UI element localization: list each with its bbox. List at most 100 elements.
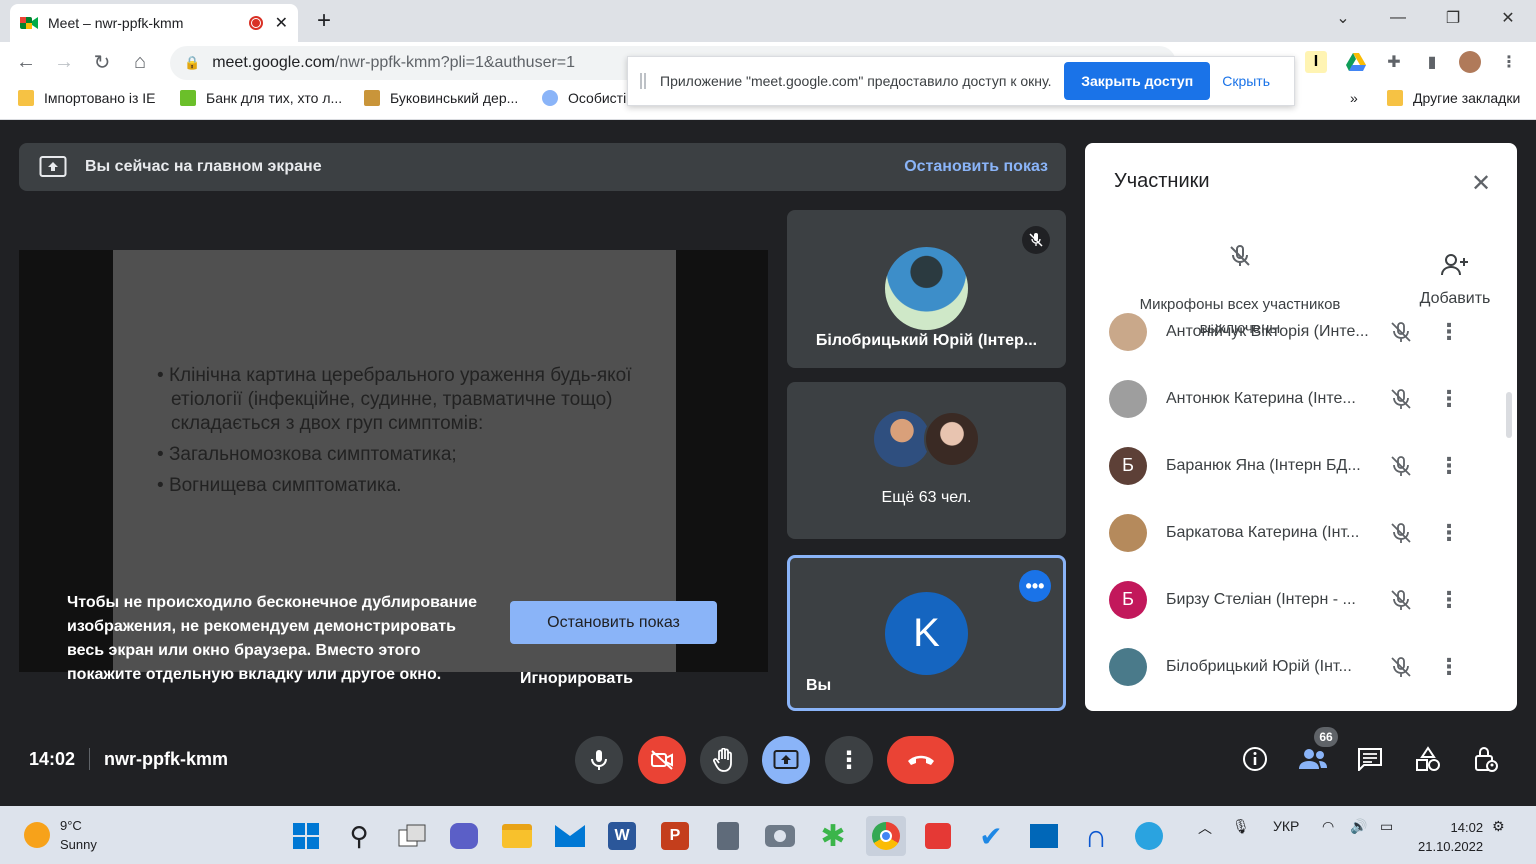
reload-icon[interactable]: ↻ <box>86 46 118 78</box>
more-vert-icon: ⋮ <box>837 746 861 774</box>
panel-scrollbar[interactable] <box>1506 392 1512 438</box>
chrome-icon[interactable] <box>866 816 906 856</box>
participant-avatar <box>1109 379 1147 418</box>
participant-options-icon[interactable]: ⋮ <box>1438 453 1460 479</box>
crest-icon <box>364 90 380 106</box>
wifi-icon[interactable]: ◠ <box>1322 818 1334 835</box>
participant-options-icon[interactable]: ⋮ <box>1438 587 1460 613</box>
hide-button[interactable]: Скрыть <box>1222 73 1270 89</box>
participant-row[interactable]: Антонійчук Вікторія (Инте... ⋮ <box>1085 298 1517 365</box>
taskbar-clock[interactable]: 14:02 21.10.2022 <box>1418 818 1483 856</box>
restore-button[interactable]: ❐ <box>1431 4 1475 32</box>
folder-icon <box>18 90 34 106</box>
extension-i-icon[interactable]: I <box>1305 51 1327 73</box>
volume-icon[interactable]: 🔊 <box>1350 818 1367 835</box>
chat-button[interactable] <box>1354 743 1386 775</box>
meet-icon <box>20 16 38 30</box>
puzzle-app-icon[interactable]: ✱ <box>813 816 853 856</box>
extensions-puzzle-icon[interactable]: ✚ <box>1383 51 1405 73</box>
self-name: Вы <box>806 677 832 694</box>
home-icon[interactable]: ⌂ <box>124 46 156 78</box>
language-indicator[interactable]: УКР <box>1273 818 1299 834</box>
close-window-button[interactable]: ✕ <box>1486 4 1530 32</box>
banner-stop-presenting[interactable]: Остановить показ <box>904 158 1048 176</box>
meeting-info-button[interactable] <box>1239 743 1271 775</box>
pdf-reader-icon[interactable] <box>918 816 958 856</box>
drive-icon[interactable] <box>1345 51 1367 73</box>
close-panel-icon[interactable]: ✕ <box>1471 169 1491 198</box>
present-screen-icon <box>39 156 67 177</box>
participant-row[interactable]: Антонюк Катерина (Інте... ⋮ <box>1085 365 1517 432</box>
new-tab-button[interactable]: + <box>308 5 340 37</box>
weather-widget[interactable]: 9°C Sunny <box>24 816 97 854</box>
ignore-button[interactable]: Игнорировать <box>520 670 633 688</box>
more-participants-tile[interactable]: Ещё 63 чел. <box>787 382 1066 539</box>
microphone-button[interactable] <box>575 736 623 784</box>
bookmark-bukovyna[interactable]: Буковинський дер... <box>364 90 518 106</box>
host-controls-button[interactable] <box>1470 743 1502 775</box>
tray-chevron-icon[interactable]: ︿ <box>1198 818 1212 838</box>
participants-button[interactable] <box>1297 743 1329 775</box>
drag-handle[interactable] <box>640 73 646 89</box>
presenting-banner: Вы сейчас на главном экране Остановить п… <box>19 143 1066 191</box>
activities-button[interactable] <box>1412 743 1444 775</box>
participant-name: Бирзу Стеліан (Інтерн - ... <box>1166 590 1356 608</box>
mic-off-icon <box>1230 245 1250 266</box>
active-tab[interactable]: Meet – nwr-ppfk-kmm ✕ <box>10 4 298 42</box>
stop-presenting-button[interactable]: Остановить показ <box>510 601 717 644</box>
participant-options-icon[interactable]: ⋮ <box>1438 654 1460 680</box>
close-tab-icon[interactable]: ✕ <box>275 13 288 33</box>
mic-tray-icon[interactable]: 🎙 <box>1232 818 1250 835</box>
self-tile[interactable]: ••• K Вы <box>787 555 1066 711</box>
bookmark-personal[interactable]: Особисті <box>542 90 626 106</box>
todo-icon[interactable]: ✔ <box>971 816 1011 856</box>
participant-row[interactable]: Баркатова Катерина (Інт... ⋮ <box>1085 499 1517 566</box>
info-icon <box>1243 747 1267 771</box>
back-icon[interactable]: ← <box>10 46 42 78</box>
forward-icon[interactable]: → <box>48 46 80 78</box>
raise-hand-button[interactable] <box>700 736 748 784</box>
start-icon[interactable] <box>286 816 326 856</box>
more-options-button[interactable]: ⋮ <box>825 736 873 784</box>
app-n-icon[interactable]: ∩ <box>1076 816 1116 856</box>
participant-tile-speaker[interactable]: Білобрицький Юрій (Інтер... <box>787 210 1066 368</box>
whiteboard-icon[interactable] <box>1024 816 1064 856</box>
minimize-button[interactable]: — <box>1376 4 1420 32</box>
other-bookmarks[interactable]: Другие закладки <box>1387 90 1520 106</box>
file-explorer-icon[interactable] <box>497 816 537 856</box>
participant-name: Баркатова Катерина (Інт... <box>1166 523 1360 541</box>
word-icon[interactable]: W <box>602 816 642 856</box>
menu-kebab-icon[interactable]: ⋮ <box>1498 51 1520 73</box>
participant-row[interactable]: Б Баранюк Яна (Інтерн БД... ⋮ <box>1085 432 1517 499</box>
lock-person-icon <box>1475 747 1498 772</box>
notification-icon[interactable]: ⚙ <box>1492 818 1505 835</box>
mirror-warning-text: Чтобы не происходило бесконечное дублиро… <box>67 594 478 683</box>
profile-avatar[interactable] <box>1459 51 1481 73</box>
mail-icon[interactable] <box>550 816 590 856</box>
microphone-icon <box>591 750 607 770</box>
leave-call-button[interactable] <box>887 736 954 784</box>
calculator-icon[interactable] <box>708 816 748 856</box>
participant-row[interactable]: Б Бирзу Стеліан (Інтерн - ... ⋮ <box>1085 566 1517 633</box>
participant-options-icon[interactable]: ⋮ <box>1438 319 1460 345</box>
bookmark-bank[interactable]: Банк для тих, хто л... <box>180 90 342 106</box>
side-panel-icon[interactable]: ▮ <box>1421 51 1443 73</box>
tab-search-icon[interactable]: ⌄ <box>1321 4 1365 32</box>
teams-chat-icon[interactable] <box>444 816 484 856</box>
powerpoint-icon[interactable]: P <box>655 816 695 856</box>
participant-options-icon[interactable]: ⋮ <box>1438 520 1460 546</box>
camera-app-icon[interactable] <box>760 816 800 856</box>
search-icon[interactable]: ⚲ <box>339 816 379 856</box>
stop-sharing-button[interactable]: Закрыть доступ <box>1064 62 1211 100</box>
telegram-icon[interactable] <box>1129 816 1169 856</box>
more-bookmarks[interactable]: » <box>1350 90 1358 106</box>
present-button[interactable] <box>762 736 810 784</box>
bookmark-folder-ie[interactable]: Імпортовано із IE <box>18 90 156 106</box>
task-view-icon[interactable] <box>392 816 432 856</box>
participant-avatar: Б <box>1109 446 1147 485</box>
camera-button[interactable] <box>638 736 686 784</box>
participant-options-icon[interactable]: ⋮ <box>1438 386 1460 412</box>
participant-row[interactable]: Білобрицький Юрій (Інт... ⋮ <box>1085 633 1517 700</box>
more-options-icon[interactable]: ••• <box>1019 570 1051 602</box>
battery-icon[interactable]: ▭ <box>1380 818 1393 835</box>
